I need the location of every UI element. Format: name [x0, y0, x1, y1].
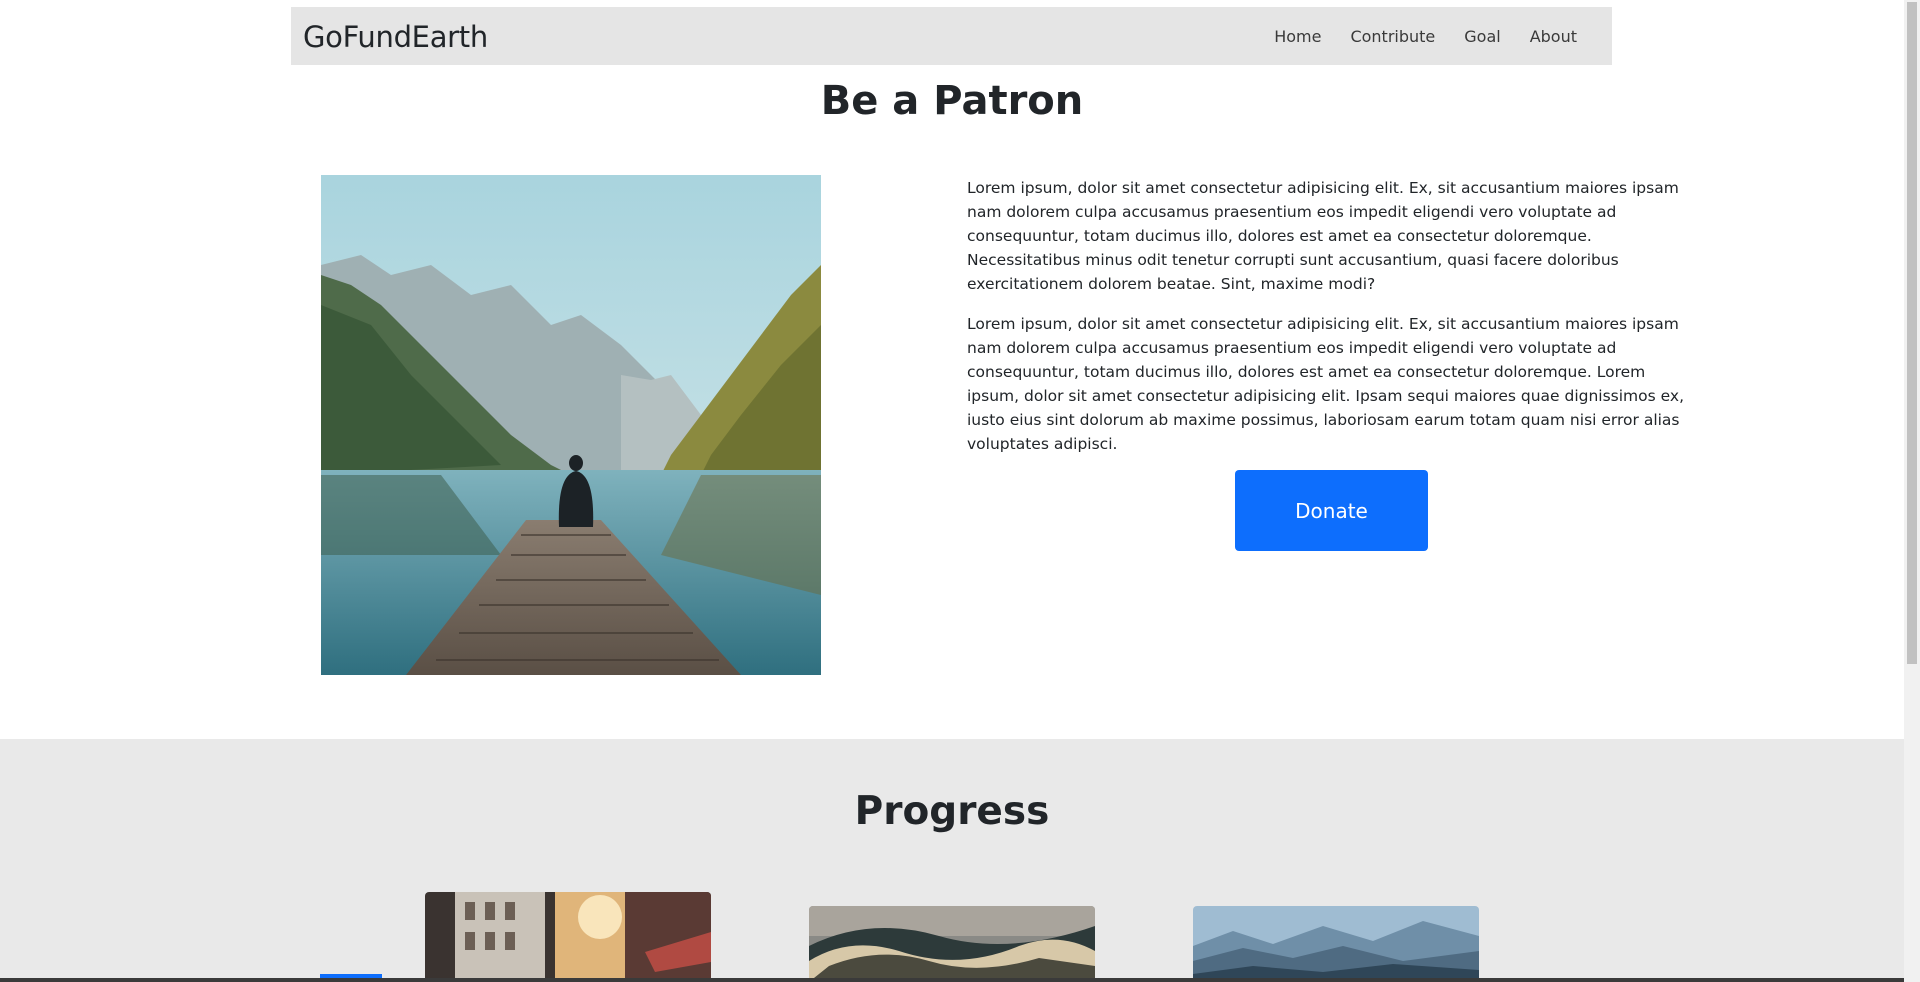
nav-link-about[interactable]: About — [1530, 27, 1577, 46]
nav-link-contribute[interactable]: Contribute — [1350, 27, 1435, 46]
page-scrollbar[interactable] — [1904, 0, 1920, 982]
progress-section: Progress — [0, 739, 1904, 982]
nav-links: Home Contribute Goal About — [1245, 7, 1577, 65]
scrollbar-thumb[interactable] — [1907, 2, 1917, 664]
patron-paragraph-1: Lorem ipsum, dolor sit amet consectetur … — [967, 179, 1679, 293]
patron-title: Be a Patron — [820, 78, 1084, 124]
bottom-bar — [0, 978, 1904, 982]
nav-link-home[interactable]: Home — [1274, 27, 1321, 46]
donate-button[interactable]: Donate — [1235, 470, 1428, 551]
hero-image-mountain-lake — [321, 175, 821, 675]
progress-card-image-mountains — [1193, 906, 1479, 982]
navbar: GoFundEarth Home Contribute Goal About — [291, 7, 1612, 65]
patron-paragraph-2: Lorem ipsum, dolor sit amet consectetur … — [967, 315, 1684, 453]
brand-logo[interactable]: GoFundEarth — [303, 20, 488, 54]
nav-link-goal[interactable]: Goal — [1464, 27, 1500, 46]
progress-card-image-wave — [809, 906, 1095, 982]
progress-card-image-city — [425, 892, 711, 982]
progress-title: Progress — [854, 789, 1050, 834]
